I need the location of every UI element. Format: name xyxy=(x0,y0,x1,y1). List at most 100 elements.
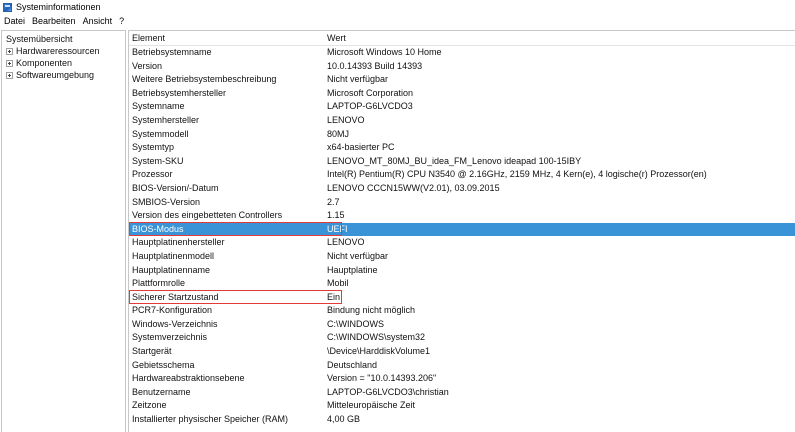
table-row[interactable]: Version des eingebetteten Controllers 1.1… xyxy=(129,209,795,223)
value-cell: Mobil xyxy=(327,278,349,289)
value-cell: 10.0.14393 Build 14393 xyxy=(327,60,423,71)
window-title: Systeminformationen xyxy=(16,2,101,12)
value-cell: Mitteleuropäische Zeit xyxy=(327,400,416,411)
value-cell: x64-basierter PC xyxy=(327,142,395,153)
element-cell: Hardwareabstraktionsebene xyxy=(132,373,245,384)
expand-icon[interactable] xyxy=(6,71,13,79)
tree-item-komponenten[interactable]: Komponenten xyxy=(2,57,125,69)
value-cell: LENOVO CCCN15WW(V2.01), 03.09.2015 xyxy=(327,182,500,193)
table-row[interactable]: Prozessor Intel(R) Pentium(R) CPU N3540 @… xyxy=(129,168,795,182)
table-row[interactable]: Gebietsschema Deutschland xyxy=(129,359,795,373)
tree-item-label: Softwareumgebung xyxy=(16,70,95,80)
tree-item-label: Hardwareressourcen xyxy=(16,46,100,56)
table-row[interactable]: Betriebsystemname Microsoft Windows 10 Ho… xyxy=(129,46,795,60)
element-cell: PCR7-Konfiguration xyxy=(132,305,213,316)
column-header-value[interactable]: Wert xyxy=(322,31,795,45)
value-cell: Deutschland xyxy=(327,359,378,370)
element-cell: System-SKU xyxy=(132,155,184,166)
element-cell: Windows-Verzeichnis xyxy=(132,318,218,329)
table-row[interactable]: BIOS-Modus UEFI xyxy=(129,222,795,237)
element-cell: Gebietsschema xyxy=(132,359,195,370)
element-cell: BIOS-Version/-Datum xyxy=(132,182,219,193)
value-cell: Nicht verfügbar xyxy=(327,250,389,261)
title-bar: Systeminformationen xyxy=(0,0,795,14)
element-cell: Version xyxy=(132,60,163,71)
menu-ansicht[interactable]: Ansicht xyxy=(80,16,116,26)
element-cell: Zeitzone xyxy=(132,400,167,411)
table-row[interactable]: Plattformrolle Mobil xyxy=(129,277,795,291)
value-cell: 1.15 xyxy=(327,210,345,221)
expand-icon[interactable] xyxy=(6,47,13,55)
value-cell: Version = "10.0.14393.206" xyxy=(327,373,437,384)
table-row[interactable]: Windows-Verzeichnis C:\WINDOWS xyxy=(129,318,795,332)
value-cell: 80MJ xyxy=(327,128,350,139)
tree-item-hardwareressourcen[interactable]: Hardwareressourcen xyxy=(2,45,125,57)
tree-item-systemuebersicht[interactable]: Systemübersicht xyxy=(2,31,125,45)
column-header-element[interactable]: Element xyxy=(129,31,322,45)
element-cell: Weitere Betriebsystembeschreibung xyxy=(132,74,277,85)
table-row[interactable]: Hardwareabstraktionsebene Version = "10.0… xyxy=(129,372,795,386)
element-cell: Prozessor xyxy=(132,169,173,180)
tree-item-softwareumgebung[interactable]: Softwareumgebung xyxy=(2,69,125,81)
table-row[interactable]: Betriebsystemhersteller Microsoft Corpora… xyxy=(129,87,795,101)
table-row[interactable]: Systemverzeichnis C:\WINDOWS\system32 xyxy=(129,331,795,345)
menu-help[interactable]: ? xyxy=(116,16,127,26)
element-cell: Plattformrolle xyxy=(132,278,186,289)
table-row[interactable]: Startgerät \Device\HarddiskVolume1 xyxy=(129,345,795,359)
element-cell: Systemname xyxy=(132,101,185,112)
system-info-icon xyxy=(3,2,12,12)
value-cell: LAPTOP-G6LVCDO3\christian xyxy=(327,386,449,397)
menu-datei[interactable]: Datei xyxy=(1,16,28,26)
element-cell: Installierter physischer Speicher (RAM) xyxy=(132,414,289,425)
menu-bearbeiten[interactable]: Bearbeiten xyxy=(29,16,79,26)
element-cell: Hauptplatinenmodell xyxy=(132,250,215,261)
table-row[interactable]: SMBIOS-Version 2.7 xyxy=(129,196,795,210)
table-header: Element Wert xyxy=(129,31,795,46)
value-cell: Hauptplatine xyxy=(327,264,378,275)
menu-bar: Datei Bearbeiten Ansicht ? xyxy=(0,14,795,28)
element-cell: Hauptplatinenname xyxy=(132,264,211,275)
element-cell: Systemhersteller xyxy=(132,114,200,125)
table-row[interactable]: Systemmodell 80MJ xyxy=(129,128,795,142)
value-cell: Nicht verfügbar xyxy=(327,74,389,85)
value-cell: 4,00 GB xyxy=(327,414,361,425)
table-row[interactable]: System-SKU LENOVO_MT_80MJ_BU_idea_FM_Leno… xyxy=(129,155,795,169)
value-cell: \Device\HarddiskVolume1 xyxy=(327,346,431,357)
category-tree: Systemübersicht Hardwareressourcen Kompo… xyxy=(1,30,126,432)
element-cell: Betriebsystemname xyxy=(132,47,212,57)
element-cell: Betriebsystemhersteller xyxy=(132,87,227,98)
value-cell: LAPTOP-G6LVCDO3 xyxy=(327,101,413,112)
element-cell: Systemtyp xyxy=(132,142,175,153)
table-row[interactable]: Weitere Betriebsystembeschreibung Nicht v… xyxy=(129,73,795,87)
table-row[interactable]: Hauptplatinenhersteller LENOVO xyxy=(129,236,795,250)
table-row[interactable]: Benutzername LAPTOP-G6LVCDO3\christian xyxy=(129,386,795,400)
table-row[interactable]: Zeitzone Mitteleuropäische Zeit xyxy=(129,399,795,413)
table-row[interactable]: Sicherer Startzustand Ein xyxy=(129,291,795,305)
table-row[interactable]: Systemname LAPTOP-G6LVCDO3 xyxy=(129,100,795,114)
element-cell: Hauptplatinenhersteller xyxy=(132,237,225,248)
element-cell: SMBIOS-Version xyxy=(132,196,201,207)
expand-icon[interactable] xyxy=(6,59,13,67)
value-cell: LENOVO xyxy=(327,237,365,248)
value-cell: C:\WINDOWS xyxy=(327,318,384,329)
table-row[interactable]: BIOS-Version/-Datum LENOVO CCCN15WW(V2.01… xyxy=(129,182,795,196)
value-cell: Microsoft Corporation xyxy=(327,87,414,98)
value-cell: C:\WINDOWS\system32 xyxy=(327,332,426,343)
value-cell: Intel(R) Pentium(R) CPU N3540 @ 2.16GHz,… xyxy=(327,169,707,180)
table-body: Betriebsystemname Microsoft Windows 10 Ho… xyxy=(129,46,795,427)
value-cell: 2.7 xyxy=(327,196,340,207)
value-cell: Ein xyxy=(327,291,341,302)
table-row[interactable]: Hauptplatinenmodell Nicht verfügbar xyxy=(129,250,795,264)
table-row[interactable]: PCR7-Konfiguration Bindung nicht möglich xyxy=(129,304,795,318)
value-cell: LENOVO_MT_80MJ_BU_idea_FM_Lenovo ideapad… xyxy=(327,155,582,166)
element-cell: Benutzername xyxy=(132,386,191,397)
table-row[interactable]: Version 10.0.14393 Build 14393 xyxy=(129,60,795,74)
table-row[interactable]: Hauptplatinenname Hauptplatine xyxy=(129,264,795,278)
table-row[interactable]: Installierter physischer Speicher (RAM) 4… xyxy=(129,413,795,427)
value-cell: Microsoft Windows 10 Home xyxy=(327,47,442,57)
tree-item-label: Komponenten xyxy=(16,58,73,68)
table-row[interactable]: Systemhersteller LENOVO xyxy=(129,114,795,128)
details-table: Element Wert Betriebsystemname Microsoft … xyxy=(128,30,795,432)
table-row[interactable]: Systemtyp x64-basierter PC xyxy=(129,141,795,155)
element-cell: Systemmodell xyxy=(132,128,189,139)
